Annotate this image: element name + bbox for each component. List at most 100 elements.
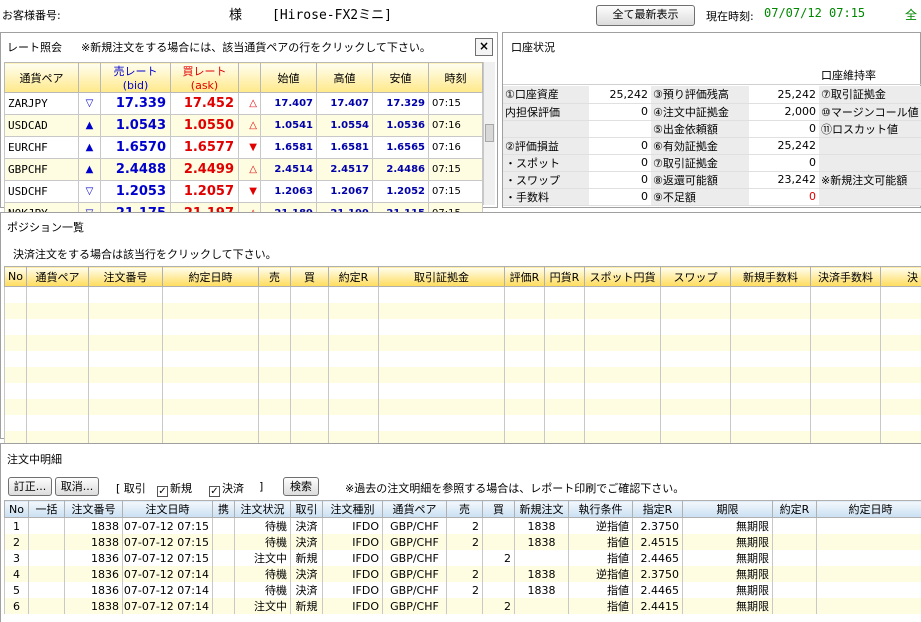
- ord-col-rate: 指定R: [632, 500, 683, 518]
- position-panel: ポジション一覧 決済注文をする場合は該当行をクリックして下さい。 No 通貨ペア…: [0, 212, 921, 447]
- rate-row[interactable]: USDCAD ▲ 1.0543 1.0550 △ 1.0541 1.0554 1…: [4, 114, 483, 137]
- ord-status: 待機: [234, 517, 291, 534]
- bid-rate: 1.0543: [100, 114, 171, 137]
- acct-label: ⑥有効証拠金: [651, 137, 749, 155]
- pos-col-yen-rate: 円貨R: [544, 266, 585, 287]
- ord-date: 07-07-12 07:14: [122, 566, 213, 582]
- ord-date: 07-07-12 07:14: [122, 598, 213, 614]
- rate-panel: レート照会 ※新規注文をする場合には、該当通貨ペアの行をクリックして下さい。 ×…: [0, 32, 498, 225]
- table-row[interactable]: 2 1838 07-07-12 07:15 待機 決済 IFDO GBP/CHF…: [4, 534, 921, 550]
- pos-col-settle: 決: [880, 266, 921, 287]
- ord-buy: 2: [482, 550, 515, 566]
- acct-label: [819, 154, 921, 172]
- low-rate: 17.329: [372, 92, 429, 115]
- bid-rate: 1.2053: [100, 180, 171, 203]
- acct-value: 25,242: [749, 86, 819, 104]
- ord-rate: 2.4515: [632, 534, 683, 550]
- acct-value: 25,242: [589, 86, 651, 104]
- ord-status: 注文中: [234, 598, 291, 614]
- refresh-all-button[interactable]: 全て最新表示: [596, 5, 695, 26]
- ord-cond: 逆指値: [568, 566, 633, 582]
- bid-arrow-icon: ▲: [78, 158, 101, 181]
- acct-label: 内担保評価: [503, 103, 589, 121]
- pos-col-eval-rate: 評価R: [504, 266, 545, 287]
- table-row[interactable]: [4, 382, 921, 399]
- rate-row[interactable]: USDCHF ▽ 1.2053 1.2057 ▼ 1.2063 1.2067 1…: [4, 180, 483, 203]
- correct-order-button[interactable]: 訂正...: [8, 477, 52, 496]
- table-row[interactable]: [4, 366, 921, 383]
- rate-scrollbar[interactable]: [483, 62, 495, 205]
- close-icon[interactable]: ×: [475, 38, 493, 56]
- filter-bracket-open: [ 取引: [116, 482, 146, 495]
- ord-status: 注文中: [234, 550, 291, 566]
- ord-col-pair: 通貨ペア: [382, 500, 447, 518]
- account-table-left: ①口座資産 25,242 内担保評価 0 ②評価損益 0 ・スポット 0 ・スワップ 0 …: [503, 86, 651, 206]
- ord-status: 待機: [234, 534, 291, 550]
- table-row[interactable]: [4, 286, 921, 303]
- ord-limit: 無期限: [682, 598, 773, 614]
- customer-suffix: 様: [229, 8, 243, 23]
- ask-rate: 1.6577: [170, 136, 239, 159]
- filter-new-label: 新規: [170, 482, 192, 495]
- acct-value: 0: [589, 171, 651, 189]
- low-rate: 1.2052: [372, 180, 429, 203]
- rate-row[interactable]: EURCHF ▲ 1.6570 1.6577 ▼ 1.6581 1.6581 1…: [4, 136, 483, 159]
- ord-col-type: 注文種別: [322, 500, 383, 518]
- ask-arrow-icon: △: [238, 92, 261, 115]
- pos-col-new-fee: 新規手数料: [730, 266, 811, 287]
- table-row[interactable]: [4, 398, 921, 415]
- pos-col-exec-rate: 約定R: [328, 266, 379, 287]
- ord-no: 4: [4, 566, 29, 582]
- table-row[interactable]: [4, 350, 921, 367]
- pos-col-sell: 売: [258, 266, 291, 287]
- table-row[interactable]: [4, 318, 921, 335]
- table-row[interactable]: [4, 334, 921, 351]
- ord-type: IFDO: [322, 550, 383, 566]
- ord-cond: 指値: [568, 582, 633, 598]
- table-row[interactable]: [4, 414, 921, 431]
- filter-new-checkbox[interactable]: ✓ 新規: [157, 480, 192, 497]
- table-row[interactable]: 6 1838 07-07-12 07:14 注文中 新規 IFDO GBP/CH…: [4, 598, 921, 614]
- table-row[interactable]: [4, 302, 921, 319]
- acct-value: 0: [589, 154, 651, 172]
- ord-limit: 無期限: [682, 566, 773, 582]
- ask-arrow-icon: △: [238, 114, 261, 137]
- ord-cond: 指値: [568, 534, 633, 550]
- ask-arrow-icon: ▼: [238, 180, 261, 203]
- table-row[interactable]: 5 1836 07-07-12 07:14 待機 決済 IFDO GBP/CHF…: [4, 582, 921, 598]
- acct-value: 0: [589, 103, 651, 121]
- rate-row[interactable]: GBPCHF ▲ 2.4488 2.4499 △ 2.4514 2.4517 2…: [4, 158, 483, 181]
- cancel-order-button[interactable]: 取消...: [55, 477, 99, 496]
- clock-value: 07/07/12 07:15: [764, 6, 866, 20]
- col-low: 安値: [372, 62, 429, 93]
- ord-trade: 決済: [290, 566, 323, 582]
- ord-trade: 新規: [290, 550, 323, 566]
- filter-settle-checkbox[interactable]: ✓ 決済: [209, 480, 244, 497]
- ord-type: IFDO: [322, 582, 383, 598]
- search-button[interactable]: 検索: [283, 477, 319, 496]
- pos-col-buy: 買: [290, 266, 329, 287]
- table-row[interactable]: 4 1836 07-07-12 07:14 待機 決済 IFDO GBP/CHF…: [4, 566, 921, 582]
- ord-number: 1836: [64, 550, 123, 566]
- ord-number: 1836: [64, 566, 123, 582]
- high-rate: 2.4517: [316, 158, 373, 181]
- ord-date: 07-07-12 07:15: [122, 550, 213, 566]
- acct-label: ※新規注文可能額: [819, 171, 921, 189]
- bid-arrow-icon: ▲: [78, 114, 101, 137]
- ord-pair: GBP/CHF: [382, 550, 447, 566]
- acct-value: 23,242: [749, 171, 819, 189]
- ord-type: IFDO: [322, 517, 383, 534]
- ord-col-trade: 取引: [290, 500, 323, 518]
- ord-buy: 2: [482, 598, 515, 614]
- table-row[interactable]: 3 1836 07-07-12 07:15 注文中 新規 IFDO GBP/CH…: [4, 550, 921, 566]
- ord-pair: GBP/CHF: [382, 598, 447, 614]
- table-row[interactable]: 1 1838 07-07-12 07:15 待機 決済 IFDO GBP/CHF…: [4, 517, 921, 534]
- ask-rate: 2.4499: [170, 158, 239, 181]
- pos-col-margin: 取引証拠金: [378, 266, 505, 287]
- rate-scroll-thumb[interactable]: [485, 124, 494, 142]
- ord-type: IFDO: [322, 598, 383, 614]
- acct-label: ③預り評価残高: [651, 86, 749, 104]
- col-pair: 通貨ペア: [4, 62, 79, 93]
- rate-row[interactable]: ZARJPY ▽ 17.339 17.452 △ 17.407 17.407 1…: [4, 92, 483, 115]
- acct-label: [819, 137, 921, 155]
